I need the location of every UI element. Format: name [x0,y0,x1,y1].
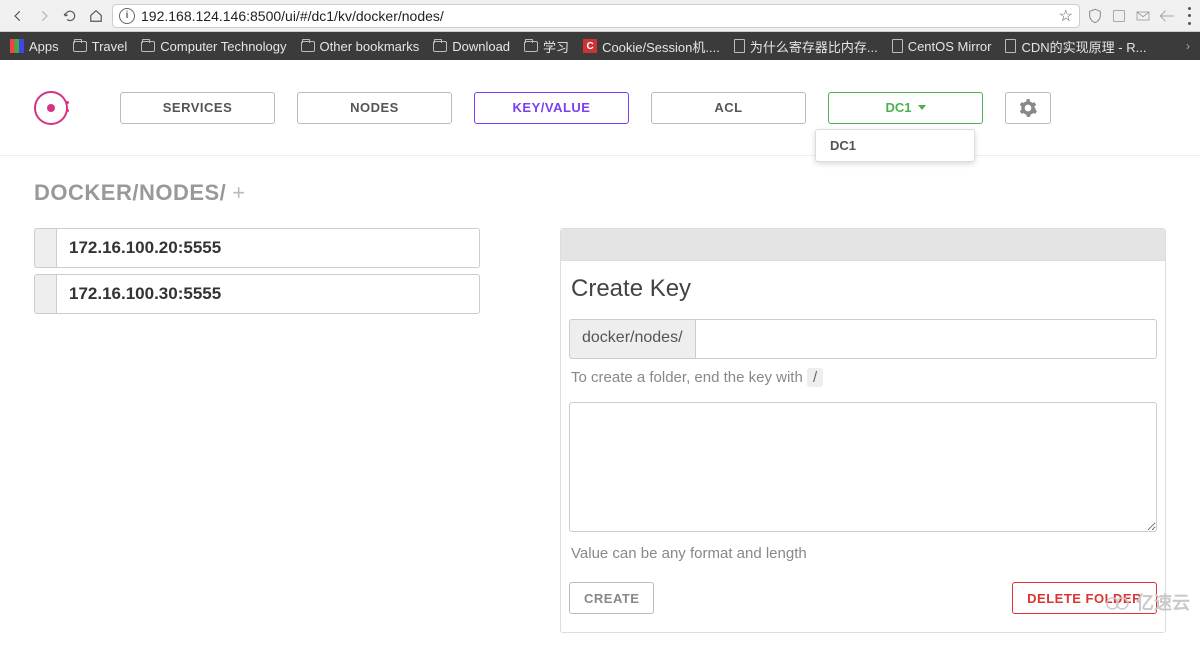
bookmarks-bar: Apps Travel Computer Technology Other bo… [0,32,1200,60]
url-text: 192.168.124.146:8500/ui/#/dc1/kv/docker/… [141,8,444,24]
tab-services[interactable]: SERVICES [120,92,275,124]
panel-header [561,229,1165,261]
breadcrumb-path[interactable]: DOCKER/NODES/ [34,180,226,206]
forward-button[interactable] [34,6,54,26]
kv-list: 172.16.100.20:5555 172.16.100.30:5555 [34,228,480,633]
kv-item[interactable]: 172.16.100.20:5555 [56,228,480,268]
home-button[interactable] [86,6,106,26]
reload-button[interactable] [60,6,80,26]
create-button[interactable]: CREATE [569,582,654,614]
bookmark-register[interactable]: 为什么寄存器比内存... [734,37,878,56]
create-key-panel: Create Key docker/nodes/ To create a fol… [560,228,1166,633]
kv-item[interactable]: 172.16.100.30:5555 [56,274,480,314]
add-key-button[interactable]: + [232,180,245,206]
bookmark-cookie[interactable]: CCookie/Session机.... [583,37,720,56]
key-prefix-label: docker/nodes/ [569,319,695,359]
bookmark-folder-study[interactable]: 学习 [524,37,569,56]
bookmark-folder-download[interactable]: Download [433,39,510,54]
kv-gutter [34,274,56,314]
extension-icon-1[interactable] [1110,7,1128,25]
consul-logo[interactable] [34,91,68,125]
key-hint: To create a folder, end the key with / [571,369,1155,386]
bookmark-folder-computer-tech[interactable]: Computer Technology [141,39,286,54]
back-button[interactable] [8,6,28,26]
browser-toolbar: i 192.168.124.146:8500/ui/#/dc1/kv/docke… [0,0,1200,32]
bookmark-folder-travel[interactable]: Travel [73,39,128,54]
kv-gutter [34,228,56,268]
tab-key-value[interactable]: KEY/VALUE [474,92,629,124]
shield-icon[interactable] [1086,7,1104,25]
consul-navbar: SERVICES NODES KEY/VALUE ACL DC1 DC1 [0,60,1200,156]
datacenter-dropdown: DC1 [815,129,975,162]
tab-nodes[interactable]: NODES [297,92,452,124]
watermark: 亿速云 [1104,589,1190,615]
bookmarks-overflow[interactable]: › [1186,39,1190,53]
bookmark-centos[interactable]: CentOS Mirror [892,39,992,54]
address-bar[interactable]: i 192.168.124.146:8500/ui/#/dc1/kv/docke… [112,4,1080,28]
bookmark-cdn[interactable]: CDN的实现原理 - R... [1005,37,1146,56]
datacenter-option[interactable]: DC1 [830,138,960,153]
panel-title: Create Key [571,275,1157,303]
tab-acl[interactable]: ACL [651,92,806,124]
extension-icon-2[interactable] [1158,7,1176,25]
mail-icon[interactable] [1134,7,1152,25]
browser-menu-button[interactable] [1188,7,1192,25]
value-hint: Value can be any format and length [571,545,1155,562]
site-info-icon[interactable]: i [119,8,135,24]
caret-down-icon [918,105,926,110]
datacenter-selector[interactable]: DC1 DC1 [828,92,983,124]
bookmark-apps[interactable]: Apps [10,39,59,54]
bookmark-star-icon[interactable]: ☆ [1059,6,1073,26]
breadcrumb: DOCKER/NODES/ + [34,180,1166,206]
settings-button[interactable] [1005,92,1051,124]
key-name-input[interactable] [695,319,1157,359]
bookmark-folder-other[interactable]: Other bookmarks [301,39,420,54]
value-textarea[interactable] [569,402,1157,532]
